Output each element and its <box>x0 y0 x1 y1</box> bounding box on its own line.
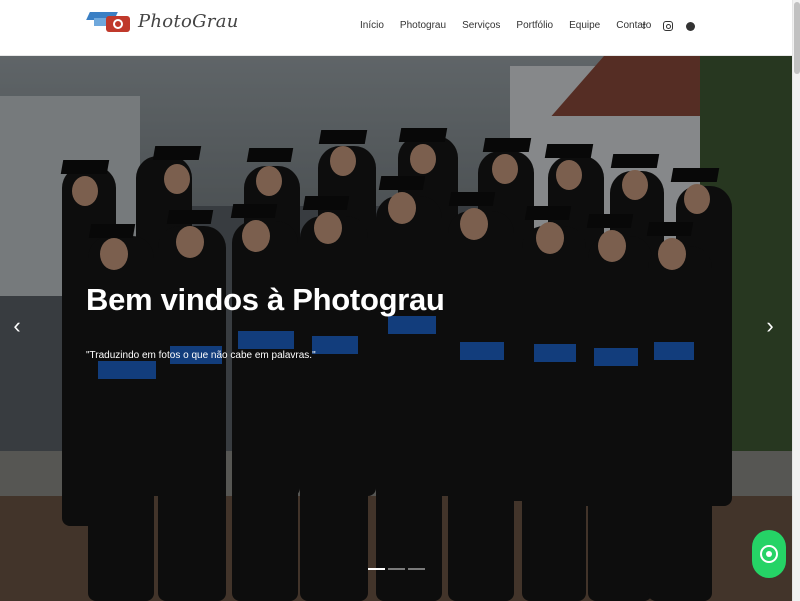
nav-item-servicos[interactable]: Serviços <box>462 18 500 34</box>
hero-carousel: Bem vindos à Photograu "Traduzindo em fo… <box>0 56 792 601</box>
logo-icon <box>86 6 134 36</box>
logo-text: PhotoGrau <box>138 10 239 32</box>
nav-item-equipe[interactable]: Equipe <box>569 18 600 34</box>
hero-subtitle: "Traduzindo em fotos o que não cabe em p… <box>86 350 316 361</box>
hero-title: Bem vindos à Photograu <box>86 282 445 317</box>
carousel-indicator-1[interactable] <box>368 568 385 570</box>
whatsapp-icon <box>760 545 778 563</box>
carousel-next-button[interactable]: › <box>763 314 777 338</box>
page-scrollbar[interactable] <box>792 0 800 601</box>
facebook-icon[interactable]: f <box>638 19 650 33</box>
navbar: PhotoGrau Início Photograu Serviços Port… <box>0 0 792 56</box>
brand-logo[interactable]: PhotoGrau <box>86 6 239 36</box>
nav-item-portfolio[interactable]: Portfólio <box>516 18 553 34</box>
scrollbar-thumb[interactable] <box>794 2 800 74</box>
carousel-prev-button[interactable]: ‹ <box>10 314 24 338</box>
nav-item-photograu[interactable]: Photograu <box>400 18 446 34</box>
carousel-indicator-3[interactable] <box>408 568 425 570</box>
carousel-indicator-2[interactable] <box>388 568 405 570</box>
whatsapp-icon[interactable] <box>686 22 695 31</box>
carousel-indicators <box>368 568 425 570</box>
nav-item-inicio[interactable]: Início <box>360 18 384 34</box>
instagram-icon[interactable] <box>663 21 673 31</box>
social-links: f <box>638 19 695 33</box>
whatsapp-float-button[interactable] <box>752 530 786 578</box>
main-nav: Início Photograu Serviços Portfólio Equi… <box>360 18 667 34</box>
